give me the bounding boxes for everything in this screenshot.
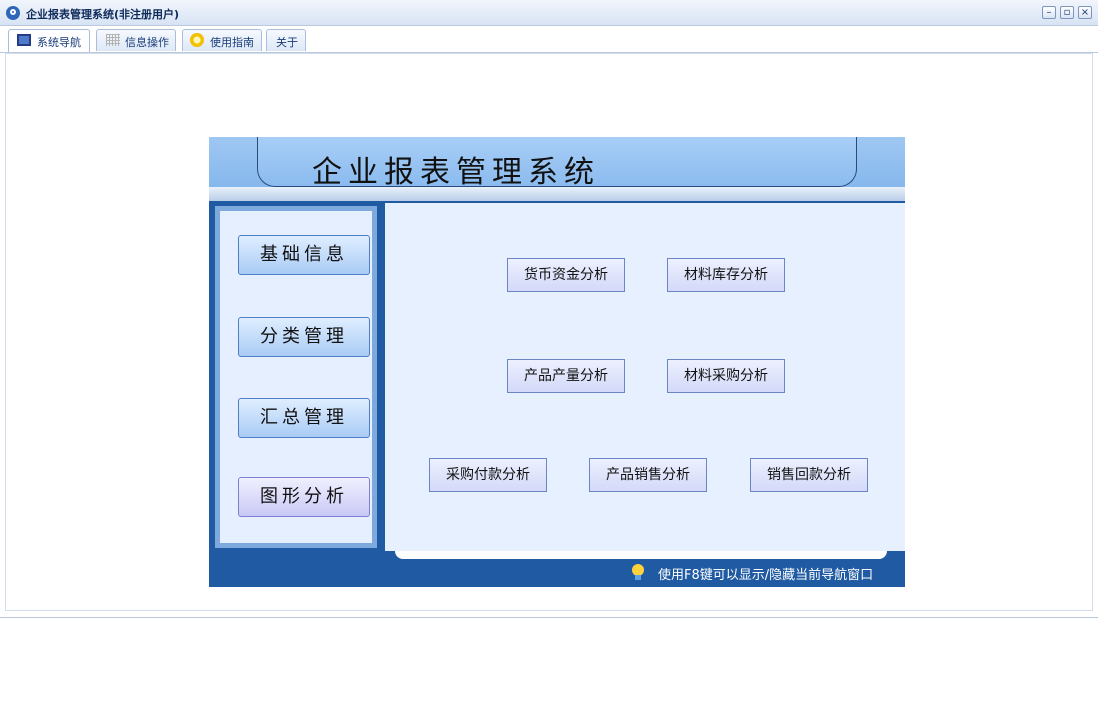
panel-footer: 使用F8键可以显示/隐藏当前导航窗口 bbox=[209, 551, 905, 587]
material-purchase-analysis-button[interactable]: 材料采购分析 bbox=[667, 359, 785, 393]
sales-receipt-analysis-button[interactable]: 销售回款分析 bbox=[750, 458, 868, 492]
purchase-payment-analysis-button[interactable]: 采购付款分析 bbox=[429, 458, 547, 492]
panel-header: 企业报表管理系统 bbox=[209, 137, 905, 201]
sidebar-item-basic-info[interactable]: 基础信息 bbox=[238, 235, 370, 275]
currency-funds-analysis-button[interactable]: 货币资金分析 bbox=[507, 258, 625, 292]
help-sun-icon bbox=[190, 33, 204, 47]
footer-curve bbox=[395, 551, 887, 559]
tab-information-operations[interactable]: 信息操作 bbox=[96, 29, 176, 51]
product-sales-analysis-button[interactable]: 产品销售分析 bbox=[589, 458, 707, 492]
app-logo-icon bbox=[6, 6, 20, 20]
f8-tip: 使用F8键可以显示/隐藏当前导航窗口 bbox=[658, 568, 874, 583]
restore-button[interactable]: ▫ bbox=[1060, 6, 1074, 19]
title-bar[interactable]: 企业报表管理系统(非注册用户) – ▫ × bbox=[0, 0, 1098, 26]
monitor-icon bbox=[17, 34, 31, 46]
sidebar-item-summary-management[interactable]: 汇总管理 bbox=[238, 398, 370, 438]
window-title: 企业报表管理系统(非注册用户) bbox=[26, 8, 180, 21]
tab-about[interactable]: 关于 bbox=[266, 29, 306, 51]
close-button[interactable]: × bbox=[1078, 6, 1092, 19]
sidebar-inner: 基础信息 分类管理 汇总管理 图形分析 bbox=[220, 211, 372, 543]
lightbulb-icon bbox=[629, 564, 647, 582]
tab-system-navigation[interactable]: 系统导航 bbox=[8, 29, 90, 52]
navigation-panel: 企业报表管理系统 基础信息 分类管理 汇总管理 图形分析 货币资金分析 材料库存… bbox=[209, 137, 905, 587]
material-inventory-analysis-button[interactable]: 材料库存分析 bbox=[667, 258, 785, 292]
sidebar: 基础信息 分类管理 汇总管理 图形分析 bbox=[215, 206, 377, 548]
tab-label: 信息操作 bbox=[125, 36, 169, 49]
sidebar-item-graphical-analysis[interactable]: 图形分析 bbox=[238, 477, 370, 517]
header-curve: 企业报表管理系统 bbox=[257, 137, 857, 190]
function-area: 货币资金分析 材料库存分析 产品产量分析 材料采购分析 采购付款分析 产品销售分… bbox=[385, 203, 905, 551]
product-output-analysis-button[interactable]: 产品产量分析 bbox=[507, 359, 625, 393]
tab-label: 使用指南 bbox=[210, 36, 254, 49]
sidebar-item-category-management[interactable]: 分类管理 bbox=[238, 317, 370, 357]
panel-title: 企业报表管理系统 bbox=[312, 155, 600, 190]
tab-bar: 系统导航 信息操作 使用指南 关于 bbox=[0, 26, 1098, 53]
tab-label: 关于 bbox=[276, 36, 298, 49]
minimize-button[interactable]: – bbox=[1042, 6, 1056, 19]
tab-user-guide[interactable]: 使用指南 bbox=[182, 29, 262, 51]
grid-icon bbox=[106, 34, 120, 46]
tab-label: 系统导航 bbox=[37, 36, 81, 49]
